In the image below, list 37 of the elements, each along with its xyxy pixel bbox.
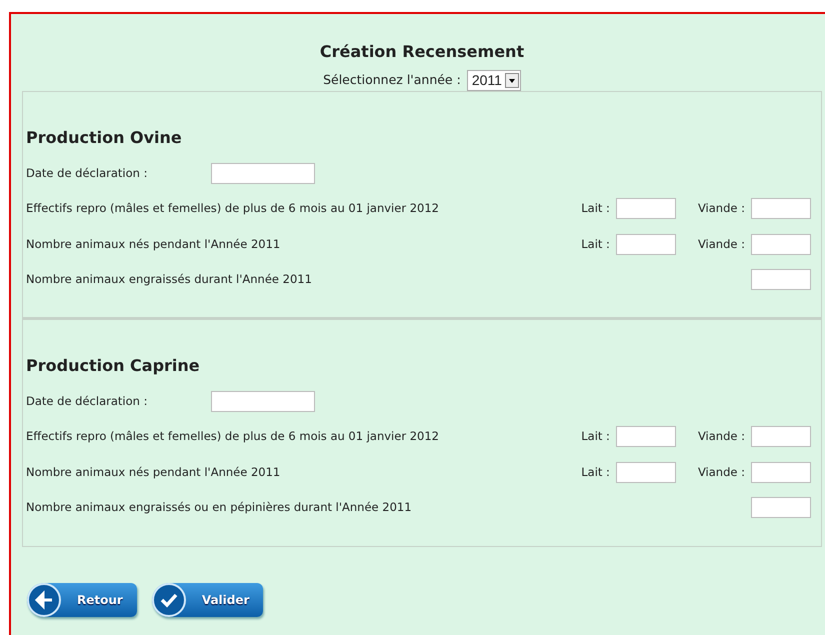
field-label: Date de déclaration : (26, 392, 148, 410)
input-field[interactable] (616, 462, 676, 483)
field-label: Nombre animaux engraissés durant l'Année 2011 (26, 271, 313, 288)
field-label: Viande : (698, 428, 745, 446)
input-field[interactable] (751, 497, 811, 518)
input-field[interactable] (616, 198, 676, 220)
back-button[interactable]: Retour (27, 582, 137, 617)
field-label: Nombre animaux nés pendant l'Année 2011 (26, 236, 282, 252)
field-label: Nombre animaux nés pendant l'Année 2011 (26, 464, 282, 481)
field-label: Lait : (581, 236, 610, 252)
input-field[interactable] (751, 269, 811, 290)
field-label: Lait : (581, 200, 610, 217)
field-label: Viande : (698, 236, 745, 252)
field-label: Viande : (698, 200, 745, 217)
section-heading: Production Ovine (26, 128, 183, 148)
field-label: Effectifs repro (mâles et femelles) de plus de 6 mois au 01 janvier 2012 (26, 200, 440, 217)
date-field[interactable] (211, 162, 315, 184)
field-label: Date de déclaration : (26, 164, 148, 182)
input-field[interactable] (616, 234, 676, 255)
year-dropdown[interactable]: 2011 (466, 70, 521, 92)
field-label: Effectifs repro (mâles et femelles) de plus de 6 mois au 01 janvier 2012 (26, 428, 440, 446)
page-title: Création Recensement (318, 41, 526, 62)
field-label: Lait : (581, 428, 610, 446)
input-field[interactable] (751, 426, 811, 448)
field-label: Viande : (698, 464, 745, 481)
input-field[interactable] (616, 426, 676, 448)
year-label: Sélectionnez l'année : (323, 71, 461, 90)
arrow-left-icon (27, 582, 61, 617)
input-field[interactable] (751, 234, 811, 255)
input-field[interactable] (751, 462, 811, 483)
validate-button[interactable]: Valider (152, 582, 264, 617)
field-label: Lait : (581, 464, 610, 481)
checkmark-icon (152, 582, 186, 617)
field-label: Nombre animaux engraissés ou en pépinières durant l'Année 2011 (26, 499, 413, 516)
date-field[interactable] (211, 390, 315, 412)
section-heading: Production Caprine (26, 356, 201, 376)
input-field[interactable] (751, 198, 811, 220)
